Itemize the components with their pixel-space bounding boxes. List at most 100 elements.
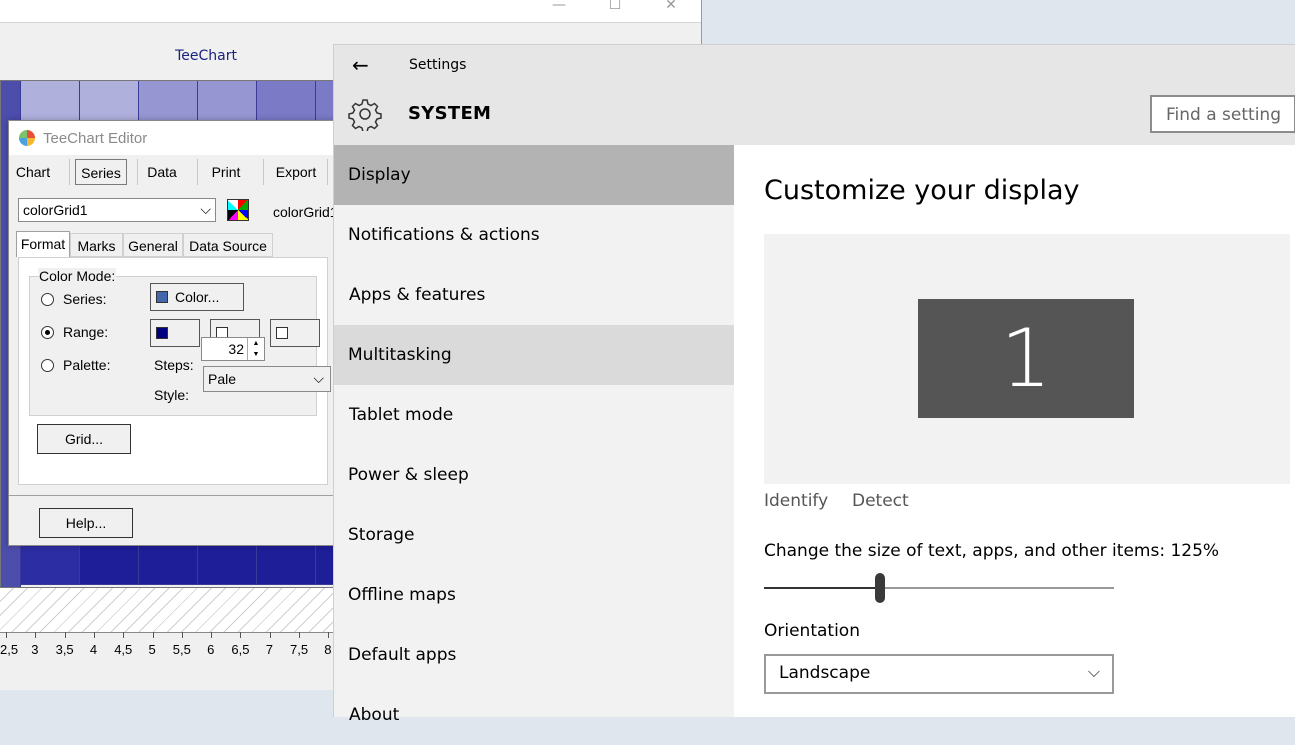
- color-button[interactable]: Color...: [150, 283, 244, 311]
- scale-slider[interactable]: [764, 573, 1114, 603]
- teechart-editor-dialog: TeeChart Editor Chart Series Data Print …: [8, 120, 338, 546]
- scale-slider-fill: [764, 587, 880, 589]
- teechart-titlebar: — ☐ ✕: [0, 0, 701, 23]
- tab-export[interactable]: Export: [271, 159, 321, 185]
- radio-range-label: Range:: [63, 324, 109, 340]
- grid-cell: [21, 81, 80, 123]
- settings-nav: Display Notifications & actions Apps & f…: [334, 145, 734, 725]
- style-select-value: Pale: [208, 371, 237, 387]
- spin-arrows-icon[interactable]: ▲ ▼: [247, 338, 264, 360]
- grid-cell: [257, 81, 316, 123]
- x-tick-mark: [64, 632, 66, 638]
- x-tick-mark: [35, 632, 37, 638]
- nav-item-power-sleep[interactable]: Power & sleep: [334, 445, 734, 505]
- grid-cell: [139, 81, 198, 123]
- chevron-down-icon: ⌵: [313, 370, 324, 386]
- settings-window: ← Settings SYSTEM Display Notifications …: [333, 44, 1295, 725]
- gear-icon: [348, 99, 382, 131]
- editor-title: TeeChart Editor: [43, 130, 148, 147]
- nav-item-notifications[interactable]: Notifications & actions: [334, 205, 734, 265]
- tab-data[interactable]: Data: [139, 159, 185, 185]
- series-palette-icon[interactable]: [227, 199, 249, 221]
- display-content: Customize your display 1 Identify Detect…: [734, 145, 1295, 717]
- x-tick-label: 3,5: [55, 642, 74, 657]
- orientation-select[interactable]: Landscape ⌵: [764, 654, 1114, 694]
- color-mode-label: Color Mode:: [38, 268, 117, 284]
- x-tick-label: 4: [89, 642, 98, 657]
- nav-item-display[interactable]: Display: [334, 145, 734, 205]
- nav-item-default-apps[interactable]: Default apps: [334, 625, 734, 685]
- settings-header: ← Settings SYSTEM: [334, 45, 1295, 145]
- search-box[interactable]: [1150, 95, 1295, 133]
- grid-cell: [198, 81, 257, 123]
- chart-title: TeeChart: [175, 48, 237, 64]
- x-tick-mark: [181, 632, 183, 638]
- steps-stepper[interactable]: 32 ▲ ▼: [201, 337, 265, 361]
- x-tick-mark: [93, 632, 95, 638]
- range-end-swatch: [276, 327, 288, 339]
- scale-label: Change the size of text, apps, and other…: [764, 541, 1220, 561]
- help-button[interactable]: Help...: [39, 508, 133, 538]
- maximize-button[interactable]: ☐: [592, 0, 638, 22]
- steps-value: 32: [228, 341, 244, 357]
- range-start-color-button[interactable]: [150, 319, 200, 347]
- chevron-down-icon: ⌵: [200, 201, 211, 217]
- close-button[interactable]: ✕: [648, 0, 694, 22]
- tab-format[interactable]: Format: [16, 231, 70, 257]
- grid-cell: [198, 543, 257, 585]
- x-tick-label: 3: [31, 642, 39, 657]
- range-end-color-button[interactable]: [270, 319, 320, 347]
- format-panel: Color Mode: Series: Color... Range: Pale…: [18, 257, 331, 485]
- tab-print[interactable]: Print: [203, 159, 249, 185]
- tab-general[interactable]: General: [123, 233, 183, 257]
- nav-item-apps-features[interactable]: Apps & features: [334, 265, 734, 325]
- x-tick-label: 5,5: [172, 642, 191, 657]
- chart-floor: [0, 588, 336, 633]
- chevron-down-icon: ⌵: [1087, 662, 1100, 681]
- x-tick-mark: [299, 632, 300, 638]
- color-mode-group: Color Mode: Series: Color... Range: Pale…: [29, 268, 320, 416]
- detect-link[interactable]: Detect: [852, 491, 909, 511]
- minimize-button[interactable]: —: [536, 0, 582, 22]
- x-axis: 2,5 3 3,5 4 4,5 5 5,5 6 6,5 7 7,5 8: [0, 632, 336, 682]
- nav-item-multitasking[interactable]: Multitasking: [334, 325, 734, 385]
- radio-palette-label: Palette:: [63, 357, 111, 373]
- grid-cell: [139, 543, 198, 585]
- monitor-1[interactable]: 1: [918, 299, 1134, 418]
- grid-cell: [80, 543, 139, 585]
- x-tick-mark: [269, 632, 271, 638]
- grid-cell: [80, 81, 139, 123]
- tab-chart[interactable]: Chart: [9, 159, 57, 185]
- grid-button[interactable]: Grid...: [37, 424, 131, 454]
- style-label: Style:: [154, 387, 190, 403]
- x-tick-label: 2,5: [0, 642, 19, 657]
- nav-item-about[interactable]: About: [334, 685, 734, 745]
- radio-palette[interactable]: [41, 359, 54, 372]
- series-name-label: colorGrid1: [273, 204, 338, 220]
- nav-item-tablet-mode[interactable]: Tablet mode: [334, 385, 734, 445]
- tab-data-source[interactable]: Data Source: [183, 233, 273, 257]
- grid-cell: [257, 543, 316, 585]
- back-arrow-icon[interactable]: ←: [352, 53, 369, 77]
- search-input[interactable]: [1164, 99, 1295, 131]
- page-title: SYSTEM: [408, 103, 492, 124]
- content-title: Customize your display: [764, 175, 1080, 206]
- style-select[interactable]: Pale ⌵: [203, 366, 331, 392]
- x-tick-mark: [211, 632, 213, 638]
- x-tick-mark: [328, 632, 330, 638]
- nav-item-storage[interactable]: Storage: [334, 505, 734, 565]
- x-tick-label: 8: [324, 642, 332, 657]
- tab-marks[interactable]: Marks: [70, 233, 123, 257]
- radio-series[interactable]: [41, 293, 54, 306]
- x-tick-label: 6,5: [231, 642, 250, 657]
- editor-footer: Help...: [9, 495, 335, 546]
- series-select-value: colorGrid1: [23, 202, 88, 218]
- radio-range[interactable]: [41, 326, 54, 339]
- teechart-logo-icon: [19, 130, 35, 146]
- identify-link[interactable]: Identify: [764, 491, 828, 511]
- series-select[interactable]: colorGrid1 ⌵: [18, 198, 216, 222]
- nav-item-offline-maps[interactable]: Offline maps: [334, 565, 734, 625]
- tab-series[interactable]: Series: [75, 159, 127, 185]
- scale-slider-thumb[interactable]: [874, 573, 885, 603]
- editor-titlebar: TeeChart Editor: [9, 121, 335, 155]
